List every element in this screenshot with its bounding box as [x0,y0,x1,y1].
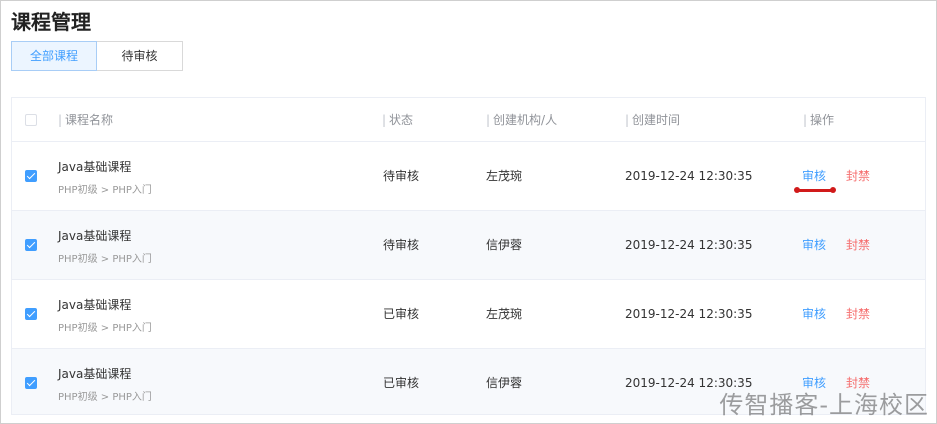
column-header-status: | 状态 [382,113,414,127]
course-name: Java基础课程 [58,367,132,381]
course-name: Java基础课程 [58,229,132,243]
course-name: Java基础课程 [58,160,132,174]
row-checkbox[interactable] [25,239,37,251]
row-checkbox[interactable] [25,308,37,320]
course-category-path: PHP初级 > PHP入门 [58,185,152,196]
course-category-path: PHP初级 > PHP入门 [58,254,152,265]
audit-link[interactable]: 审核 [802,142,826,211]
ban-link[interactable]: 封禁 [846,280,870,349]
select-all-checkbox[interactable] [25,114,37,126]
audit-link[interactable]: 审核 [802,280,826,349]
course-status: 已审核 [383,307,420,321]
course-status: 待审核 [383,238,420,252]
course-category-path: PHP初级 > PHP入门 [58,323,152,334]
course-created-at: 2019-12-24 12:30:35 [625,307,753,321]
column-header-created-at: | 创建时间 [625,113,681,127]
red-underline-annotation [794,187,836,193]
ban-link[interactable]: 封禁 [846,211,870,280]
course-table: | 课程名称 | 状态 | 创建机构/人 | 创建时间 | 操作 Java基础课程 PHP… [11,97,926,415]
table-row: Java基础课程 PHP初级 > PHP入门 待审核 左茂琬 2019-12-2… [12,142,925,211]
row-checkbox[interactable] [25,170,37,182]
row-checkbox[interactable] [25,377,37,389]
course-creator: 信伊蓉 [486,238,523,252]
course-creator: 信伊蓉 [486,376,523,390]
course-status: 已审核 [383,376,420,390]
audit-link[interactable]: 审核 [802,211,826,280]
ban-link[interactable]: 封禁 [846,142,870,211]
tab-pending-review[interactable]: 待审核 [97,41,183,71]
course-status: 待审核 [383,169,420,183]
tab-bar: 全部课程 待审核 [11,41,183,71]
course-creator: 左茂琬 [486,169,523,183]
watermark-text: 传智播客-上海校区 [719,391,929,419]
course-name: Java基础课程 [58,298,132,312]
course-category-path: PHP初级 > PHP入门 [58,392,152,403]
table-row: Java基础课程 PHP初级 > PHP入门 已审核 左茂琬 2019-12-2… [12,280,925,349]
column-header-actions: | 操作 [803,113,835,127]
page-title: 课程管理 [11,10,91,34]
tab-all-courses[interactable]: 全部课程 [11,41,97,71]
course-creator: 左茂琬 [486,307,523,321]
column-header-name: | 课程名称 [58,113,114,127]
table-row: Java基础课程 PHP初级 > PHP入门 待审核 信伊蓉 2019-12-2… [12,211,925,280]
table-header: | 课程名称 | 状态 | 创建机构/人 | 创建时间 | 操作 [12,98,925,142]
column-header-creator: | 创建机构/人 [486,113,558,127]
course-created-at: 2019-12-24 12:30:35 [625,169,753,183]
course-created-at: 2019-12-24 12:30:35 [625,238,753,252]
